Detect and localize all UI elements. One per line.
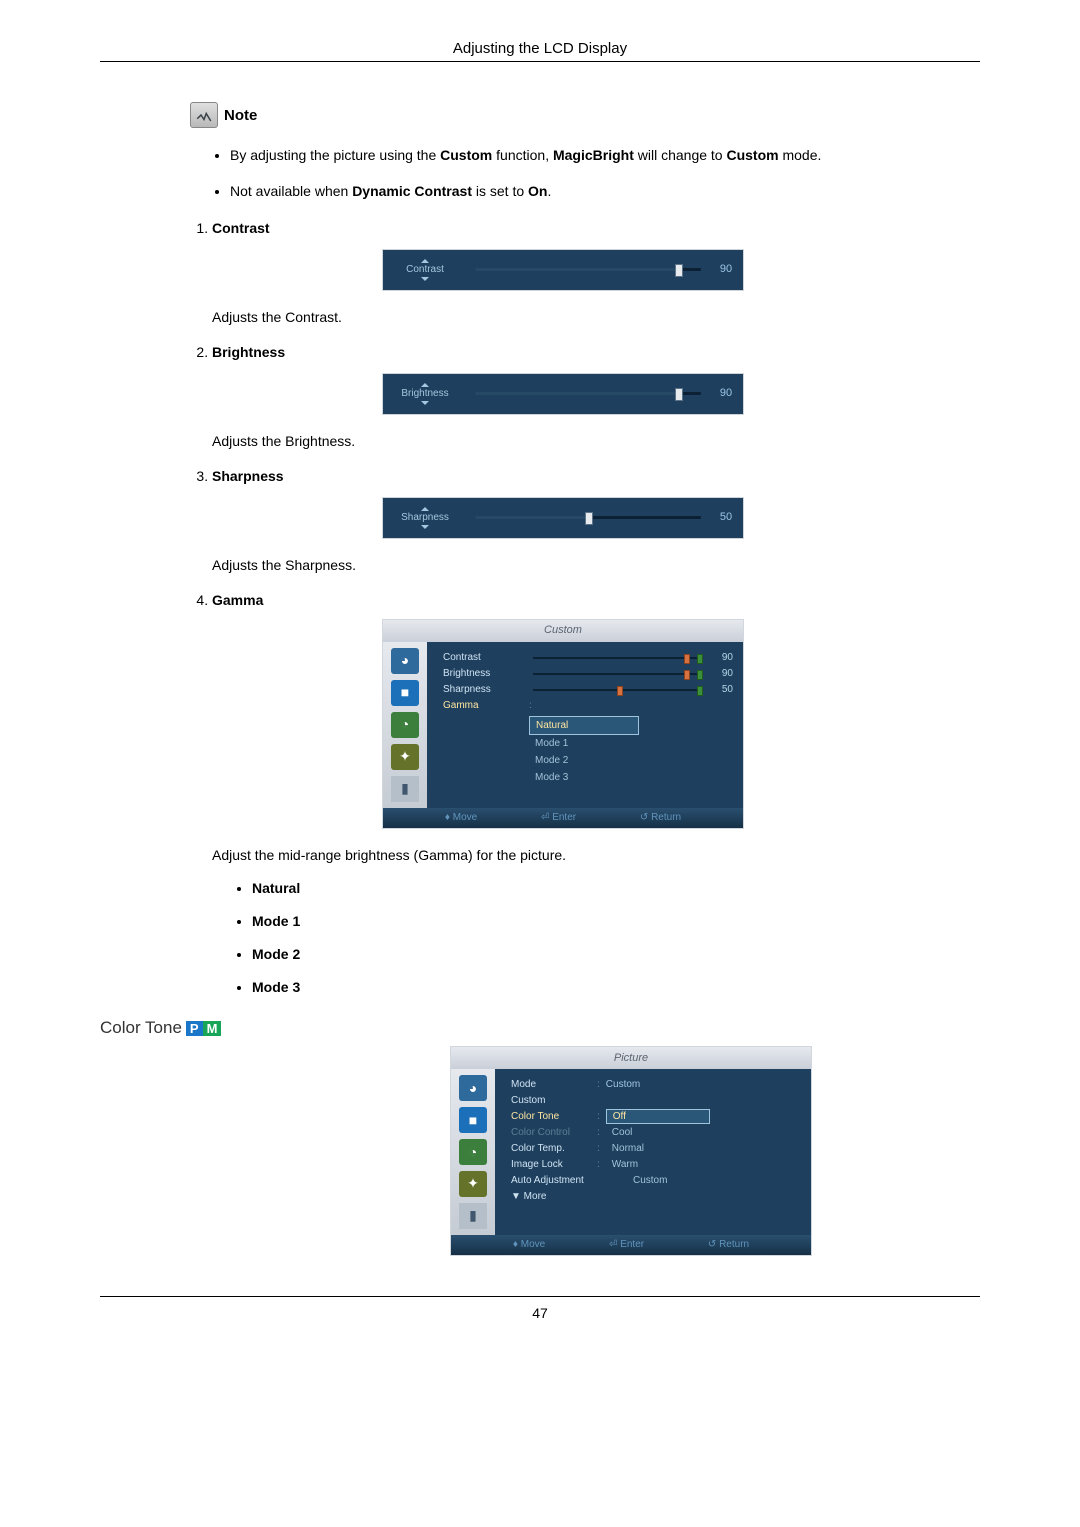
osd-footer: ♦ Move ⏎ Enter ↺ Return (451, 1235, 811, 1255)
chevron-down-icon (421, 525, 429, 529)
osd-side-icons: ◕ ■ ◔ ✦ ▮ (383, 642, 427, 808)
item-head: Brightness (212, 344, 285, 360)
gamma-mode-natural: Natural (252, 878, 980, 899)
osd-side-icons: ◕ ■ ◔ ✦ ▮ (451, 1069, 495, 1235)
osd-main: Mode : Custom Custom Color Tone : Off (495, 1069, 811, 1235)
slider-label: Sharpness (401, 513, 449, 523)
osd-menu-gamma[interactable]: Custom ◕ ■ ◔ ✦ ▮ Contrast (382, 619, 744, 829)
gamma-mode-list: Natural Mode 1 Mode 2 Mode 3 (212, 878, 980, 998)
gamma-option-mode1[interactable]: Mode 1 (529, 735, 639, 752)
content: Note By adjusting the picture using the … (190, 102, 980, 1256)
input-icon[interactable]: ▮ (459, 1203, 487, 1229)
chevron-down-icon (421, 401, 429, 405)
page-number: 47 (532, 1305, 548, 1321)
item-contrast: Contrast Contrast 90 Adjusts the Contras… (212, 218, 980, 328)
note-bullet-2: Not available when Dynamic Contrast is s… (230, 180, 980, 204)
page-footer: 47 (100, 1296, 980, 1321)
osd-row-custom[interactable]: Custom (511, 1093, 801, 1109)
chevron-down-icon (421, 277, 429, 281)
slider-track[interactable] (475, 392, 701, 395)
note-bullets: By adjusting the picture using the Custo… (190, 144, 980, 204)
osd-menu-color-tone[interactable]: Picture ◕ ■ ◔ ✦ ▮ Mode : Custom Cus (450, 1046, 812, 1256)
gamma-options[interactable]: Natural Mode 1 Mode 2 Mode 3 (529, 716, 639, 786)
osd-slider-brightness[interactable]: Brightness 90 (382, 373, 744, 415)
gear-icon[interactable]: ✦ (391, 744, 419, 770)
item-desc: Adjusts the Brightness. (212, 431, 980, 452)
osd-row-image-lock[interactable]: Image Lock : Warm (511, 1157, 801, 1173)
clock-icon[interactable]: ◔ (459, 1139, 487, 1165)
osd-row-sharpness[interactable]: Sharpness 50 (443, 682, 733, 698)
osd-row-gamma[interactable]: Gamma : (443, 698, 733, 714)
osd-row-color-tone[interactable]: Color Tone : Off (511, 1109, 801, 1125)
color-tone-option-cool[interactable]: Cool (606, 1126, 639, 1139)
page: Adjusting the LCD Display Note By adjust… (0, 0, 1080, 1381)
gamma-option-natural[interactable]: Natural (529, 716, 639, 735)
slider-track[interactable] (475, 516, 701, 519)
item-desc: Adjust the mid-range brightness (Gamma) … (212, 845, 980, 866)
chevron-up-icon (421, 507, 429, 511)
screen-icon[interactable]: ■ (391, 680, 419, 706)
slider-label: Contrast (406, 265, 444, 275)
osd-title: Custom (383, 620, 743, 642)
items-list: Contrast Contrast 90 Adjusts the Contras… (190, 218, 980, 998)
item-desc: Adjusts the Contrast. (212, 307, 980, 328)
gear-icon[interactable]: ✦ (459, 1171, 487, 1197)
osd-slider-contrast[interactable]: Contrast 90 (382, 249, 744, 291)
slider-value: 90 (711, 261, 741, 278)
color-tone-option-custom[interactable]: Custom (627, 1174, 673, 1187)
osd-title: Picture (451, 1047, 811, 1069)
slider-value: 50 (711, 509, 741, 526)
slider-value: 90 (711, 385, 741, 402)
osd-slider-sharpness[interactable]: Sharpness 50 (382, 497, 744, 539)
color-tone-option-off[interactable]: Off (606, 1109, 710, 1124)
note-heading: Note (190, 102, 980, 128)
input-icon[interactable]: ▮ (391, 776, 419, 802)
osd-row-auto-adjustment[interactable]: Auto Adjustment Custom (511, 1173, 801, 1189)
color-tone-option-normal[interactable]: Normal (606, 1142, 650, 1155)
item-sharpness: Sharpness Sharpness 50 Adjusts the Sharp… (212, 466, 980, 576)
clock-icon[interactable]: ◔ (391, 712, 419, 738)
gamma-option-mode2[interactable]: Mode 2 (529, 752, 639, 769)
osd-row-color-temp[interactable]: Color Temp. : Normal (511, 1141, 801, 1157)
osd-row-mode[interactable]: Mode : Custom (511, 1077, 801, 1093)
gamma-option-mode3[interactable]: Mode 3 (529, 769, 639, 786)
section-color-tone: Color Tone PM (100, 1018, 980, 1038)
osd-row-brightness[interactable]: Brightness 90 (443, 666, 733, 682)
picture-icon[interactable]: ◕ (459, 1075, 487, 1101)
slider-thumb[interactable] (675, 388, 683, 401)
item-head: Gamma (212, 592, 263, 608)
slider-label: Brightness (401, 389, 448, 399)
page-title: Adjusting the LCD Display (453, 40, 627, 57)
item-head: Contrast (212, 220, 270, 236)
osd-row-color-control: Color Control : Cool (511, 1125, 801, 1141)
item-desc: Adjusts the Sharpness. (212, 555, 980, 576)
picture-icon[interactable]: ◕ (391, 648, 419, 674)
gamma-mode-2: Mode 2 (252, 944, 980, 965)
note-icon (190, 102, 218, 128)
osd-main: Contrast 90 Brightness 90 Sharpness (427, 642, 743, 808)
slider-track[interactable] (475, 268, 701, 271)
chevron-up-icon (421, 383, 429, 387)
osd-row-more[interactable]: ▼ More (511, 1189, 801, 1205)
item-head: Sharpness (212, 468, 284, 484)
slider-thumb[interactable] (675, 264, 683, 277)
gamma-mode-3: Mode 3 (252, 977, 980, 998)
color-tone-option-warm[interactable]: Warm (606, 1158, 644, 1171)
gamma-mode-1: Mode 1 (252, 911, 980, 932)
section-title-text: Color Tone (100, 1018, 182, 1038)
pm-badge-icon: PM (186, 1018, 222, 1038)
slider-thumb[interactable] (585, 512, 593, 525)
screen-icon[interactable]: ■ (459, 1107, 487, 1133)
item-gamma: Gamma Custom ◕ ■ ◔ ✦ ▮ Contra (212, 590, 980, 998)
osd-row-contrast[interactable]: Contrast 90 (443, 650, 733, 666)
osd-footer: ♦ Move ⏎ Enter ↺ Return (383, 808, 743, 828)
page-header: Adjusting the LCD Display (100, 40, 980, 62)
note-bullet-1: By adjusting the picture using the Custo… (230, 144, 980, 168)
item-brightness: Brightness Brightness 90 Adjusts the Bri… (212, 342, 980, 452)
chevron-up-icon (421, 259, 429, 263)
note-label: Note (224, 107, 257, 124)
